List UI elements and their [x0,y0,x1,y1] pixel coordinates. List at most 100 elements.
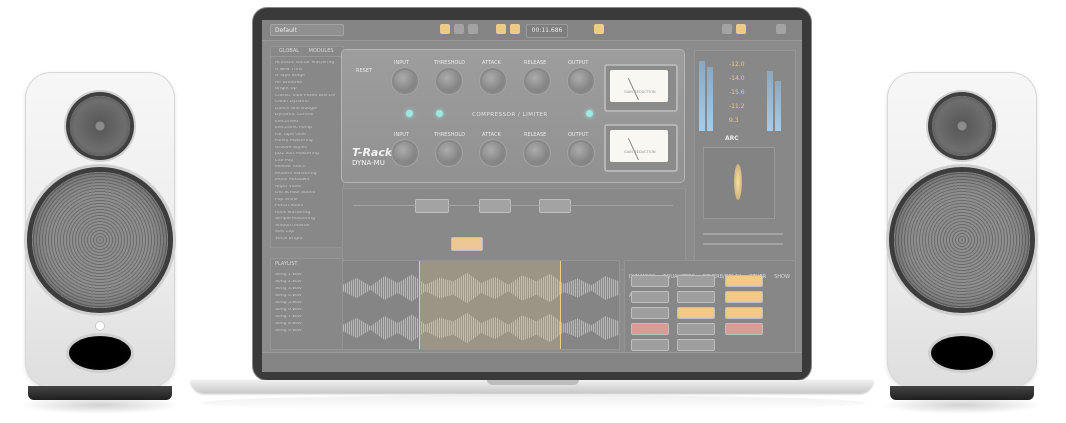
tab-modules[interactable]: MODULES [309,48,334,54]
sidebar-item[interactable]: Vocal Bright [275,237,335,241]
attack-knob-2[interactable] [482,142,504,164]
balance-slider[interactable] [703,233,783,235]
module-thumb[interactable] [677,291,715,303]
sidebar-item[interactable]: Funky Mastering [275,139,335,143]
knob-label: INPUT [394,60,409,66]
meter-face: GAIN REDUCTION [610,130,668,162]
preset-selector[interactable]: Default [270,24,344,36]
module-thumb[interactable] [631,339,669,351]
module-thumb[interactable] [677,307,715,319]
module-thumb[interactable] [677,275,715,287]
playlist-row[interactable]: Song 2.wav [275,280,337,284]
sidebar-item[interactable]: Fat Tape Glue [275,133,335,137]
sidebar-item[interactable]: Acoustic Guitar Mastering [275,61,335,65]
power-button[interactable] [776,24,786,34]
output-knob-2[interactable] [570,142,592,164]
sidebar-item[interactable]: Mono Mixdown [275,178,335,182]
meter-label: GAIN REDUCTION [624,90,656,94]
playlist-row[interactable]: Song 4.wav [275,294,337,298]
module-thumb[interactable] [631,307,669,319]
app-bottombar [262,352,802,372]
release-knob[interactable] [526,70,548,92]
playlist-row[interactable]: Song 5.wav [275,301,337,305]
toolbar-button[interactable] [594,24,604,34]
playlist-row[interactable]: Song 8.wav [275,322,337,326]
playlist-panel: PLAYLIST Song 1.wav Song 2.wav Song 3.wav S… [270,258,344,350]
sidebar-item[interactable]: Dynamic Control [275,113,335,117]
sidebar-item[interactable]: Air Breather [275,81,335,85]
sidebar-item[interactable]: Pop Shine [275,198,335,202]
module-thumb[interactable] [631,323,669,335]
module-thumb[interactable] [677,323,715,335]
playlist-row[interactable]: Song 3.wav [275,287,337,291]
sidebar-item[interactable]: Simple Mastering [275,217,335,221]
module-thumb[interactable] [631,291,669,303]
sidebar-item[interactable]: Jazz Soft Mastering [275,152,335,156]
level-meter [775,81,781,131]
sidebar-item[interactable]: Smooth Master [275,224,335,228]
module-thumb[interactable] [725,307,763,319]
output-knob[interactable] [570,70,592,92]
reset-label[interactable]: RESET [356,68,372,74]
sidebar-item[interactable]: Old School Sound [275,191,335,195]
playlist-row[interactable]: Song 9.wav [275,329,337,333]
sidebar-item[interactable]: Soft Clip [275,230,335,234]
playlist-row[interactable]: Song 6.wav [275,308,337,312]
stereo-scope [703,147,775,219]
sidebar-item[interactable]: Night Vibes [275,185,335,189]
sidebar-item[interactable]: Dance and Boogie [275,107,335,111]
sidebar-item[interactable]: A Tape Stage [275,74,335,78]
playlist-row[interactable]: Song 7.wav [275,315,337,319]
knob-label: OUTPUT [568,132,589,138]
sidebar-item[interactable]: Lite Pop [275,159,335,163]
toolbar-button[interactable] [722,24,732,34]
module-thumb[interactable] [631,275,669,287]
toolbar-button[interactable] [468,24,478,34]
sidebar-item[interactable]: Bright Up [275,87,335,91]
right-tweeter [932,96,992,156]
sidebar-item[interactable]: Groove Styles [275,146,335,150]
chain-module[interactable] [539,199,571,213]
laptop-notch [487,380,579,385]
play-button[interactable] [496,24,506,34]
module-thumb[interactable] [677,339,715,351]
input-knob[interactable] [394,70,416,92]
balance-slider-2[interactable] [703,243,783,245]
toolbar-button[interactable] [454,24,464,34]
record-button[interactable] [510,24,520,34]
level-meter [699,61,705,131]
knob-label: INPUT [394,132,409,138]
threshold-knob[interactable] [438,70,460,92]
waveform-selection[interactable] [419,261,561,349]
chain-module-active[interactable] [451,237,483,251]
sidebar-item[interactable]: Punch Room [275,204,335,208]
sidebar-item[interactable]: A New Thrill [275,68,335,72]
left-power-led [96,322,104,330]
threshold-knob-2[interactable] [438,142,460,164]
input-knob-2[interactable] [394,142,416,164]
toolbar-button[interactable] [440,24,450,34]
sidebar-item[interactable]: Electronic Pump [275,126,335,130]
sidebar-item[interactable]: Rock Mastering [275,211,335,215]
tab-global[interactable]: GLOBAL [279,48,299,54]
sidebar-item[interactable]: Modern Mastering [275,172,335,176]
teal-indicator [436,110,443,117]
mode-label: COMPRESSOR / LIMITER [472,112,548,118]
chain-module[interactable] [479,199,511,213]
sidebar-item[interactable]: Classic Vibe Mixed Bus Line [275,94,335,98]
module-thumb[interactable] [725,323,763,335]
release-knob-2[interactable] [526,142,548,164]
module-thumb[interactable] [725,291,763,303]
toolbar-button[interactable] [736,24,746,34]
attack-knob[interactable] [482,70,504,92]
sidebar-item[interactable]: Electrified [275,120,335,124]
waveform-view[interactable] [342,260,620,350]
playlist-row[interactable]: Song 1.wav [275,273,337,277]
sidebar-item[interactable]: Mellow Touch [275,165,335,169]
knob-label: RELEASE [524,132,547,138]
knob-label: RELEASE [524,60,547,66]
chain-module[interactable] [415,199,449,213]
module-thumb[interactable] [725,275,763,287]
right-speaker-shadow [880,396,1044,414]
sidebar-item[interactable]: Clean Dynamo [275,100,335,104]
